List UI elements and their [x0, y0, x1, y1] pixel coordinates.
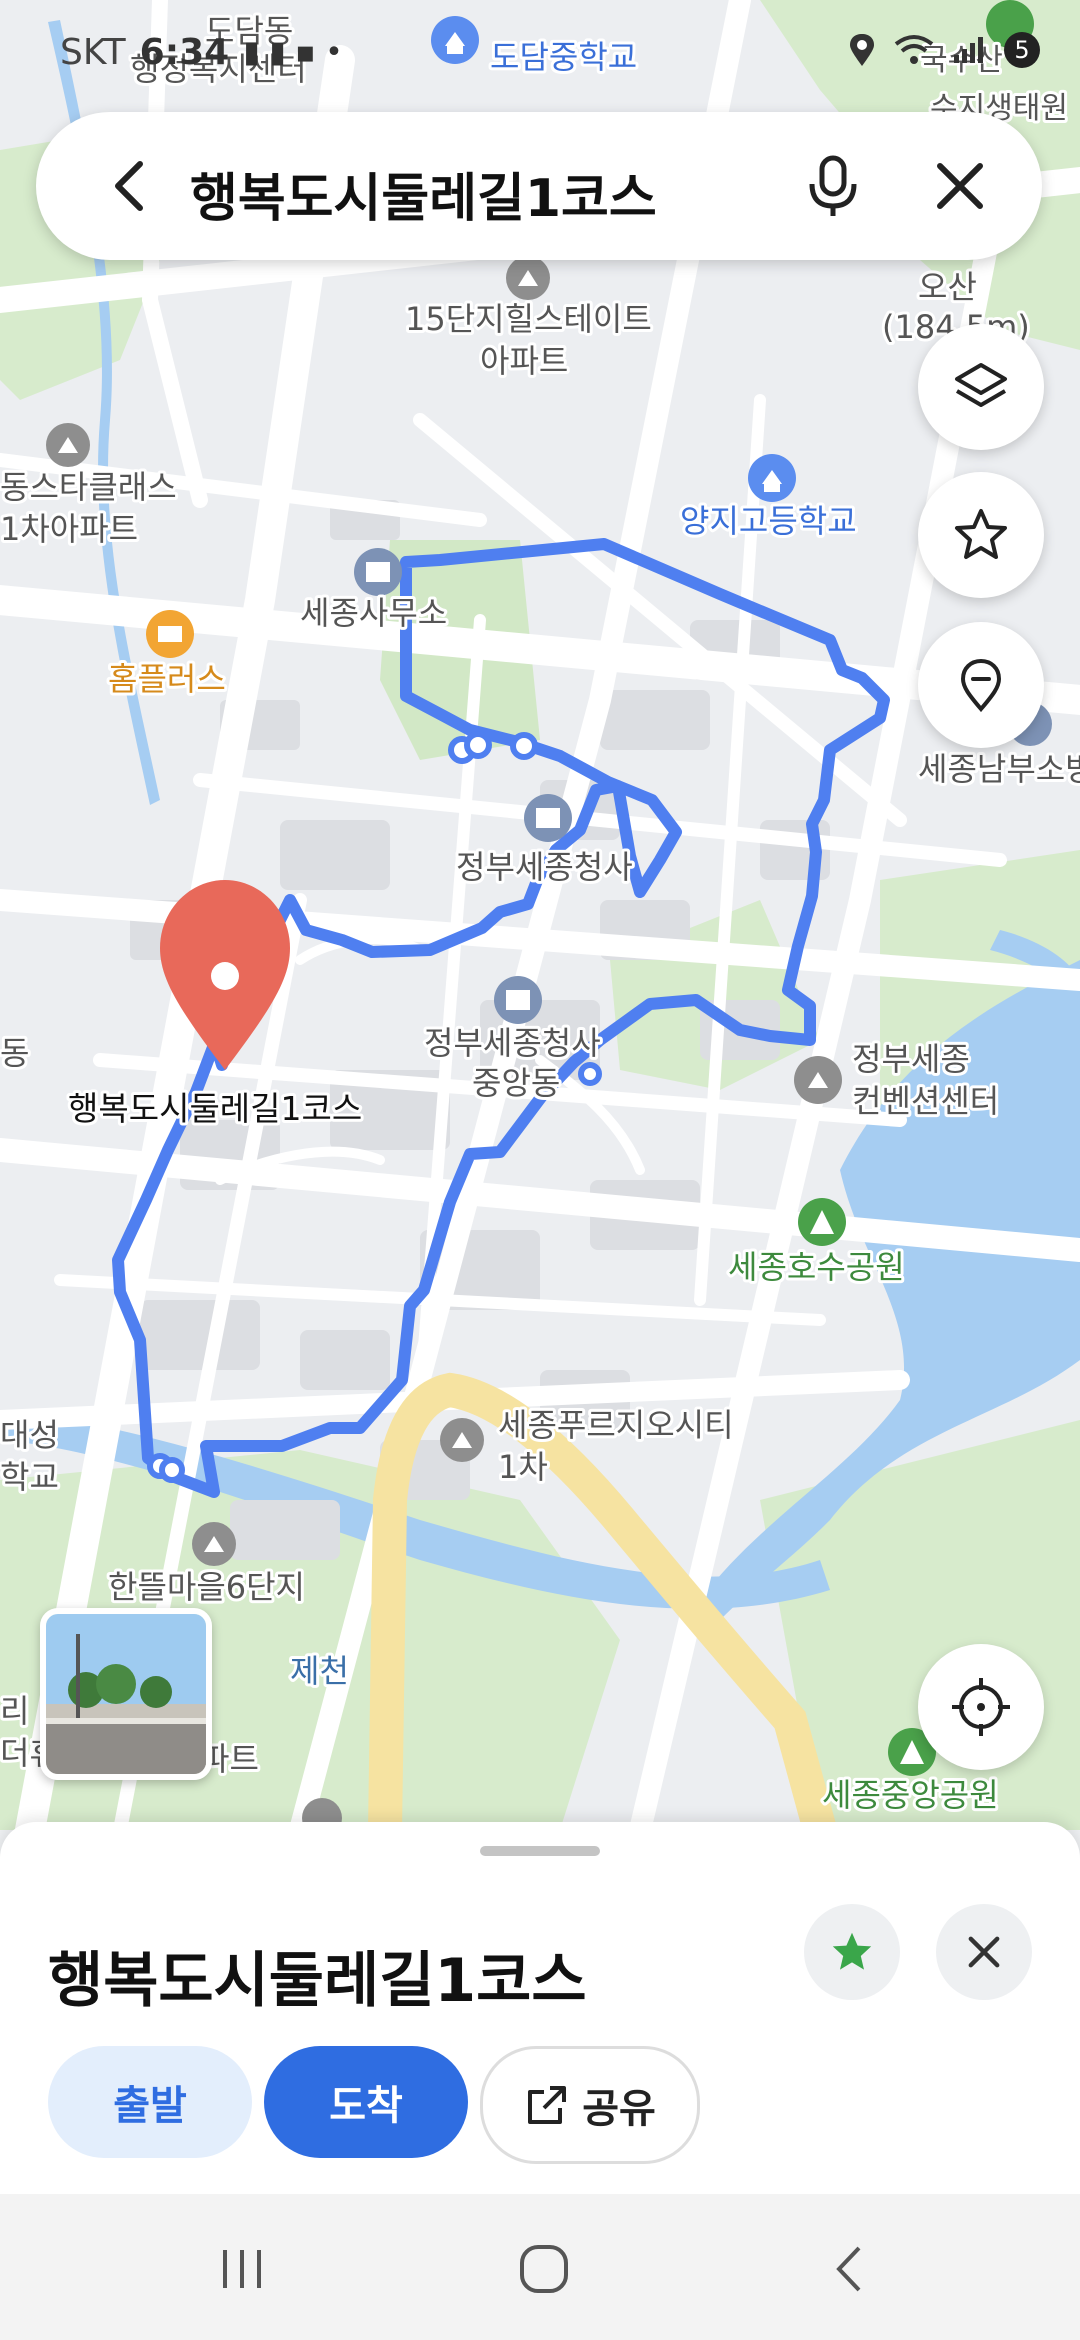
- star-icon: [955, 509, 1007, 559]
- share-button[interactable]: 공유: [480, 2046, 700, 2164]
- arrive-label: 도착: [329, 2083, 403, 2129]
- place-title: 행복도시둘레길1코스: [48, 1946, 587, 2016]
- search-query[interactable]: 행복도시둘레길1코스: [190, 156, 657, 231]
- layers-button[interactable]: [918, 324, 1044, 450]
- map-label: 동스타클래스: [0, 468, 177, 506]
- microphone-icon[interactable]: [798, 152, 868, 222]
- map-label-place: 행복도시둘레길1코스: [68, 1089, 362, 1128]
- set-start-button[interactable]: 출발: [48, 2046, 252, 2158]
- share-label: 공유: [582, 2086, 656, 2132]
- signal-icon: [954, 37, 983, 63]
- set-destination-button[interactable]: 도착: [264, 2046, 468, 2158]
- map-label: 정부세종청사: [456, 848, 633, 886]
- map-label: 정부세종: [852, 1040, 970, 1078]
- location-pin-icon: [960, 658, 1002, 713]
- battery-badge: 5: [1004, 32, 1040, 68]
- map-label: 세종중앙공원: [822, 1776, 999, 1814]
- layers-icon: [955, 363, 1007, 407]
- map-label: 세종호수공원: [728, 1248, 905, 1286]
- notification-icons: ▮ ▮ ▪ •: [243, 35, 343, 70]
- pin-button[interactable]: [918, 622, 1044, 748]
- back-icon: [836, 2246, 861, 2292]
- map-label: 세종푸르지오시티: [498, 1406, 734, 1444]
- wifi-icon: [894, 35, 934, 64]
- favorites-button[interactable]: [918, 472, 1044, 598]
- start-label: 출발: [113, 2083, 187, 2129]
- map-label: 한뜰마을6단지: [108, 1568, 305, 1606]
- search-bar[interactable]: 행복도시둘레길1코스: [36, 112, 1042, 260]
- recent-apps-button[interactable]: [202, 2234, 282, 2304]
- map-label: 대성: [0, 1416, 59, 1454]
- back-button[interactable]: [810, 2234, 890, 2304]
- map-label: 컨벤션센터: [852, 1082, 999, 1120]
- chevron-left-icon[interactable]: [102, 156, 162, 216]
- map-label: 1차: [498, 1448, 548, 1486]
- map-label: 양지고등학교: [680, 502, 857, 540]
- close-icon[interactable]: [930, 156, 990, 216]
- map-canvas[interactable]: 도담동 행정복지센터 도담중학교 국수산 수지생태원 15단지힐스테이트 아파트…: [0, 0, 1080, 1830]
- map-label: 홈플러스: [108, 660, 226, 698]
- close-icon: [968, 1936, 1000, 1968]
- map-label: 정부세종청사: [424, 1024, 601, 1062]
- location-icon: [850, 34, 874, 66]
- clock: 6:34: [139, 32, 230, 73]
- map-label: 15단지힐스테이트: [405, 300, 652, 338]
- sheet-handle[interactable]: [480, 1846, 600, 1856]
- status-bar: SKT 6:34 ▮ ▮ ▪ • 5: [0, 0, 1080, 110]
- home-icon: [520, 2245, 568, 2293]
- my-location-button[interactable]: [918, 1644, 1044, 1770]
- carrier-label: SKT: [60, 32, 126, 73]
- map-label: 학교: [0, 1458, 59, 1496]
- home-button[interactable]: [504, 2234, 584, 2304]
- share-icon: [528, 2086, 567, 2124]
- system-nav-bar: [0, 2194, 1080, 2340]
- street-view-thumbnail[interactable]: [40, 1608, 212, 1780]
- crosshair-icon: [952, 1678, 1010, 1736]
- map-label: 중앙동: [472, 1064, 560, 1102]
- map-label: 리: [0, 1692, 29, 1730]
- map-label: 1차아파트: [0, 510, 138, 548]
- save-place-button[interactable]: [804, 1904, 900, 2000]
- recent-apps-icon: [223, 2250, 261, 2288]
- map-label: 세종사무소: [300, 594, 447, 632]
- map-label: 오산: [918, 268, 977, 306]
- map-label: 제천: [290, 1652, 349, 1690]
- map-label: 아파트: [480, 342, 568, 380]
- street-photo: [46, 1614, 206, 1774]
- map-label: 동: [0, 1034, 29, 1072]
- map-label: 세종남부소방: [918, 750, 1080, 788]
- star-filled-icon: [832, 1932, 872, 1970]
- close-sheet-button[interactable]: [936, 1904, 1032, 2000]
